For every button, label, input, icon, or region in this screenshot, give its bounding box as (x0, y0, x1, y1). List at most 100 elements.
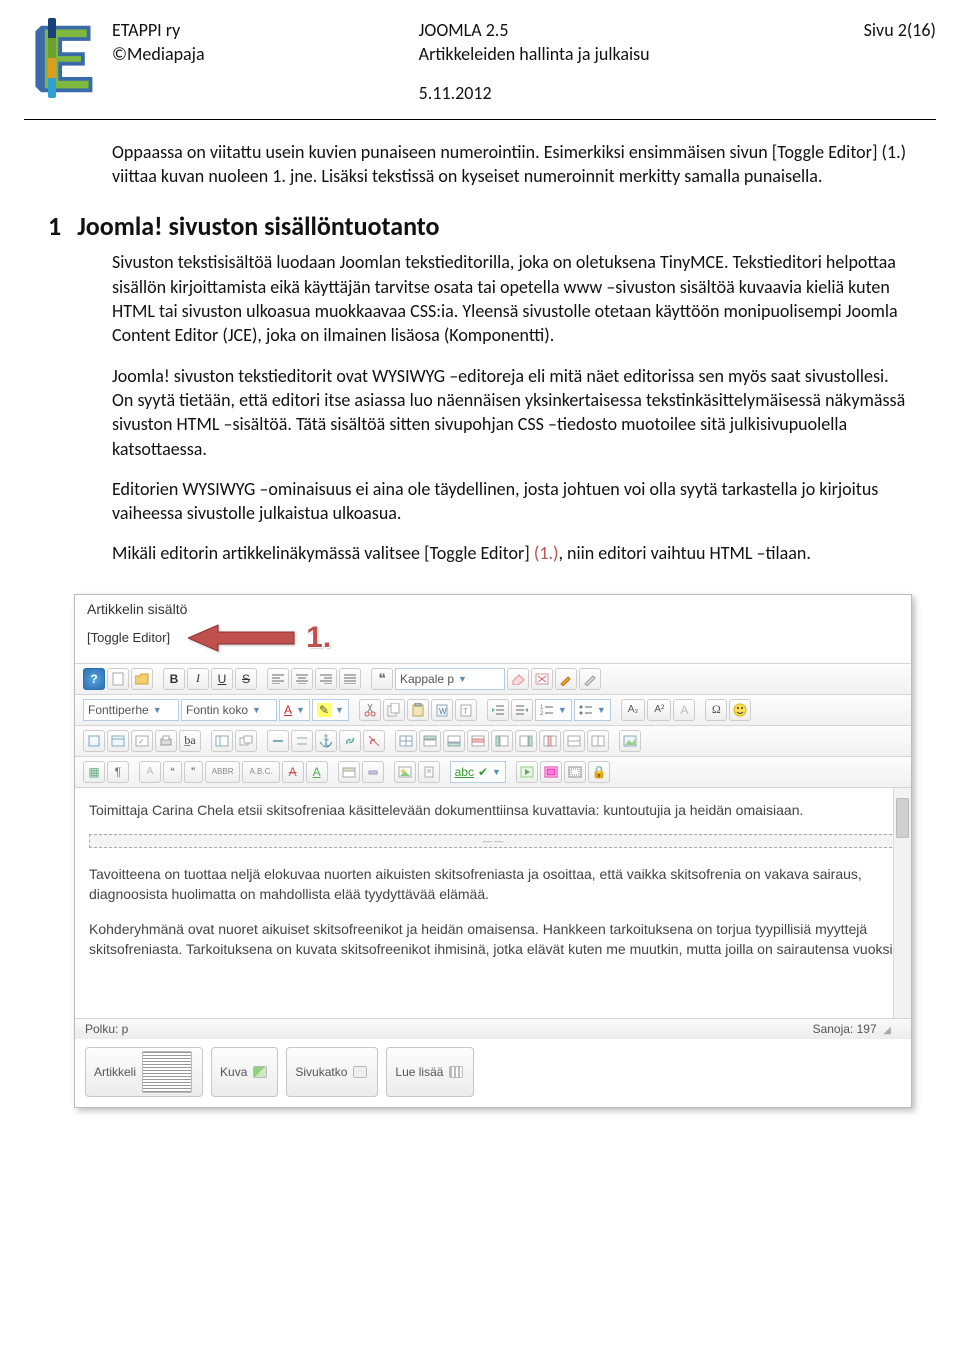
align-right-button[interactable] (315, 668, 337, 690)
quote-open-button[interactable]: ❝ (163, 761, 182, 783)
template-button[interactable] (540, 761, 562, 783)
document-header: ETAPPI ry ©Mediapaja JOOMLA 2.5 Artikkel… (24, 0, 936, 105)
spellcheck-button[interactable]: abc✔▼ (450, 761, 506, 783)
paste-text-button[interactable]: W (431, 699, 453, 721)
case-button[interactable]: A (673, 699, 695, 721)
new-doc-button[interactable] (107, 668, 129, 690)
nbsp-button[interactable] (362, 761, 384, 783)
eraser-button[interactable] (507, 668, 529, 690)
blockquote-button[interactable]: ❝ (371, 668, 393, 690)
table-merge-button[interactable] (563, 730, 585, 752)
lock-icon[interactable]: 🔒 (588, 761, 610, 783)
image-manager-button[interactable] (394, 761, 416, 783)
table-col-after-button[interactable] (515, 730, 537, 752)
resize-handle[interactable]: ◢ (883, 1025, 891, 1036)
unlink-button[interactable] (363, 730, 385, 752)
align-left-button[interactable] (267, 668, 289, 690)
editor-paragraph: Tavoitteena on tuottaa neljä elokuvaa nu… (89, 864, 897, 905)
special-char-button[interactable]: Ω (705, 699, 727, 721)
page-icon (142, 1051, 192, 1093)
cut-button[interactable] (359, 699, 381, 721)
status-wordcount: Sanoja: 197 (813, 1022, 877, 1036)
table-row-after-button[interactable] (443, 730, 465, 752)
insert-pagebreak-button[interactable]: Sivukatko (286, 1047, 378, 1097)
font-size-select[interactable]: Fontin koko▼ (181, 699, 277, 721)
ins-button[interactable]: A (306, 761, 328, 783)
paragraph-format-select[interactable]: Kappale p▼ (395, 668, 505, 690)
table-split-button[interactable] (587, 730, 609, 752)
del-button[interactable]: A (282, 761, 304, 783)
callout-number: 1. (306, 621, 331, 655)
show-blocks-button[interactable]: ▦ (83, 761, 105, 783)
table-row-before-button[interactable] (419, 730, 441, 752)
bold-button[interactable]: B (163, 668, 185, 690)
ba-button[interactable]: b̲a (179, 730, 201, 752)
vertical-scrollbar[interactable] (893, 788, 911, 1018)
section-number: 1 (48, 210, 61, 242)
indent-button[interactable] (511, 699, 533, 721)
insert-article-button[interactable]: Artikkeli (85, 1047, 203, 1097)
image-button[interactable] (619, 730, 641, 752)
editor-panel: Artikkelin sisältö [Toggle Editor] 1. ? … (74, 594, 912, 1108)
quote-close-button[interactable]: ❞ (184, 761, 203, 783)
table-insert-button[interactable] (395, 730, 417, 752)
editor-paragraph: Kohderyhmänä ovat nuoret aikuiset skitso… (89, 919, 897, 960)
file-manager-button[interactable] (418, 761, 440, 783)
iframe-button[interactable] (564, 761, 586, 783)
open-folder-button[interactable] (131, 668, 153, 690)
abbr-button[interactable]: ABBR (205, 761, 241, 783)
ltr-button[interactable]: A (139, 761, 161, 783)
acronym-button[interactable]: A.B.C. (242, 761, 279, 783)
italic-button[interactable]: I (187, 668, 209, 690)
bullet-list-button[interactable]: ▼ (574, 699, 611, 721)
date-button[interactable] (338, 761, 360, 783)
page-number: Sivu 2(16) (864, 18, 936, 42)
table-delete-col-button[interactable] (539, 730, 561, 752)
toggle-editor-link[interactable]: [Toggle Editor] (87, 630, 170, 645)
highlight-color-button[interactable]: ✎▼ (312, 699, 349, 721)
copy-button[interactable] (383, 699, 405, 721)
strikethrough-button[interactable]: S (235, 668, 257, 690)
insert-image-button[interactable]: Kuva (211, 1047, 278, 1097)
paragraph: Editorien WYSIWYG –ominaisuus ei aina ol… (112, 477, 912, 526)
show-invisibles-button[interactable]: ¶ (107, 761, 129, 783)
superscript-button[interactable]: A² (647, 699, 671, 721)
numbered-list-button[interactable]: 12▼ (535, 699, 572, 721)
body-text: Sivuston tekstisisältöä luodaan Joomlan … (112, 250, 912, 565)
table-delete-row-button[interactable] (467, 730, 489, 752)
paste-word-button[interactable]: T (455, 699, 477, 721)
align-center-button[interactable] (291, 668, 313, 690)
brush-button[interactable] (555, 668, 577, 690)
align-justify-button[interactable] (339, 668, 361, 690)
subscript-button[interactable]: A₂ (621, 699, 646, 721)
media-button[interactable] (516, 761, 538, 783)
doc-date: 5.11.2012 (419, 81, 650, 105)
intro-paragraph: Oppaassa on viitattu usein kuvien punais… (112, 140, 912, 189)
font-color-button[interactable]: A▼ (279, 699, 310, 721)
paste-button[interactable] (407, 699, 429, 721)
link-button[interactable] (339, 730, 361, 752)
editor-content-area[interactable]: Toimittaja Carina Chela etsii skitsofren… (75, 788, 911, 1018)
remove-format-button[interactable] (531, 668, 553, 690)
help-icon[interactable]: ? (83, 668, 105, 690)
print-button[interactable] (155, 730, 177, 752)
readmore-insert-button[interactable] (291, 730, 313, 752)
hr-button[interactable] (267, 730, 289, 752)
font-family-select[interactable]: Fonttiperhe▼ (83, 699, 179, 721)
outdent-button[interactable] (487, 699, 509, 721)
header-right: Sivu 2(16) (864, 18, 936, 105)
scrollbar-thumb[interactable] (896, 798, 909, 838)
readmore-divider[interactable]: — — (89, 834, 897, 848)
edit-button[interactable] (579, 668, 601, 690)
preview-button[interactable] (107, 730, 129, 752)
layout-button[interactable] (211, 730, 233, 752)
layer-button[interactable] (235, 730, 257, 752)
source-button[interactable]: ✓ (131, 730, 153, 752)
table-col-before-button[interactable] (491, 730, 513, 752)
org-name: ETAPPI ry (112, 18, 205, 42)
underline-button[interactable]: U (211, 668, 233, 690)
insert-readmore-button[interactable]: Lue lisää (386, 1047, 474, 1097)
anchor-button[interactable]: ⚓ (315, 730, 337, 752)
fullscreen-button[interactable] (83, 730, 105, 752)
emoticon-button[interactable] (729, 699, 751, 721)
